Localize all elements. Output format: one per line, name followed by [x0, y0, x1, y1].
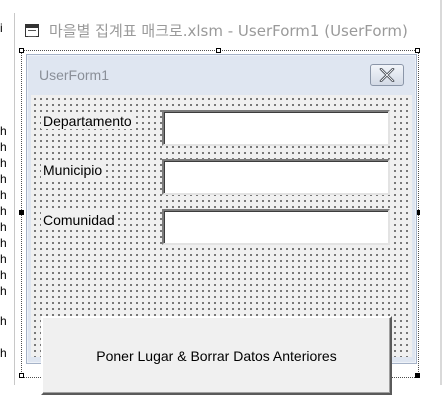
- form-window-icon: [25, 23, 39, 37]
- code-char: h: [0, 346, 7, 360]
- municipio-label: Municipio: [41, 162, 105, 178]
- resize-handle[interactable]: [19, 210, 24, 215]
- code-char: h: [0, 314, 7, 328]
- form-client-area[interactable]: Departamento Municipio Comunidad Poner L…: [31, 95, 412, 395]
- municipio-field[interactable]: [162, 159, 390, 195]
- userform-caption: UserForm1: [39, 67, 110, 83]
- code-char: i: [0, 21, 3, 35]
- resize-handle[interactable]: [415, 373, 420, 378]
- designer-titlebar[interactable]: 마을별 집계표 매크로.xlsm - UserForm1 (UserForm): [15, 13, 442, 47]
- departamento-label: Departamento: [41, 113, 134, 129]
- departamento-field[interactable]: [162, 110, 390, 146]
- code-char: h: [0, 284, 7, 298]
- designer-title: 마을별 집계표 매크로.xlsm - UserForm1 (UserForm): [49, 21, 408, 40]
- comunidad-field[interactable]: [162, 209, 390, 245]
- resize-handle[interactable]: [415, 48, 420, 53]
- code-editor-margin: i h h h h h h h h h h h h h: [0, 0, 14, 385]
- code-char: h: [0, 252, 7, 266]
- resize-handle[interactable]: [19, 373, 24, 378]
- userform-designer-window[interactable]: 마을별 집계표 매크로.xlsm - UserForm1 (UserForm) …: [14, 13, 442, 395]
- code-char: h: [0, 204, 7, 218]
- close-button[interactable]: [370, 64, 404, 86]
- comunidad-label: Comunidad: [41, 212, 117, 228]
- close-icon: [379, 68, 395, 82]
- userform[interactable]: UserForm1 Departamento Municipio Comunid…: [26, 54, 417, 395]
- code-char: h: [0, 268, 7, 282]
- code-char: h: [0, 220, 7, 234]
- userform-titlebar[interactable]: UserForm1: [27, 55, 416, 95]
- code-char: h: [0, 172, 7, 186]
- code-char: h: [0, 124, 7, 138]
- code-char: h: [0, 188, 7, 202]
- code-char: h: [0, 236, 7, 250]
- resize-handle[interactable]: [19, 48, 24, 53]
- code-char: h: [0, 156, 7, 170]
- resize-handle[interactable]: [216, 48, 221, 53]
- code-char: h: [0, 140, 7, 154]
- poner-lugar-button[interactable]: Poner Lugar & Borrar Datos Anteriores: [41, 316, 392, 395]
